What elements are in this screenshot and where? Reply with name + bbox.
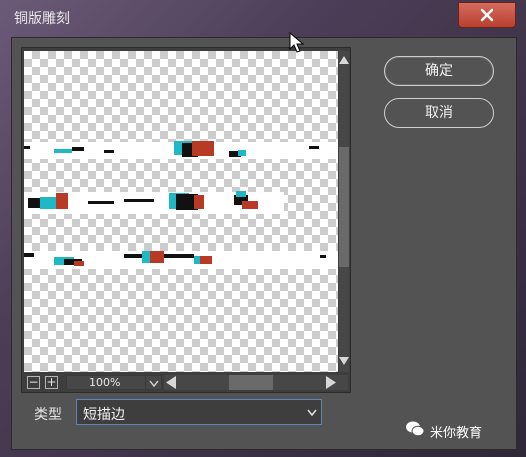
scroll-up-arrow-icon[interactable]	[339, 55, 349, 65]
cancel-button[interactable]: 取消	[384, 98, 494, 128]
zoom-out-button[interactable]: −	[27, 376, 40, 389]
vertical-scroll-thumb[interactable]	[339, 147, 349, 267]
ok-button[interactable]: 确定	[384, 56, 494, 86]
scroll-right-arrow-icon[interactable]	[324, 375, 338, 390]
zoom-level-value: 100%	[89, 376, 121, 389]
engraving-preview-art	[24, 141, 338, 269]
preview-horizontal-scrollbar[interactable]	[164, 375, 348, 390]
scroll-left-arrow-icon[interactable]	[164, 375, 178, 390]
dialog-title: 铜版雕刻	[14, 11, 70, 27]
dialog-client-area: − + 100% 确定 取消 类型 短描边	[11, 37, 517, 450]
title-bar[interactable]: 铜版雕刻	[0, 0, 526, 36]
watermark-text: 米你教育	[430, 426, 483, 441]
type-select[interactable]: 短描边	[76, 399, 322, 425]
preview-zoom-bar: − + 100%	[24, 375, 348, 391]
preview-image[interactable]	[24, 51, 338, 372]
chevron-down-icon	[307, 409, 317, 417]
horizontal-scroll-thumb[interactable]	[229, 375, 273, 390]
chevron-down-icon	[149, 380, 159, 388]
preview-vertical-scrollbar[interactable]	[339, 51, 349, 372]
preview-panel: − + 100%	[21, 47, 351, 393]
wechat-logo-icon	[406, 421, 425, 437]
zoom-dropdown-toggle[interactable]	[145, 376, 162, 391]
close-icon	[480, 8, 494, 22]
type-select-value: 短描边	[83, 407, 125, 423]
zoom-level-display[interactable]: 100%	[66, 375, 162, 391]
zoom-in-button[interactable]: +	[45, 376, 58, 389]
mouse-cursor-icon	[289, 32, 305, 53]
dialog-window: 铜版雕刻 − + 100% 确定 取消 类型 短描边	[0, 0, 526, 457]
scroll-down-arrow-icon[interactable]	[339, 356, 349, 366]
type-label: 类型	[34, 407, 62, 423]
close-button[interactable]	[458, 2, 516, 28]
